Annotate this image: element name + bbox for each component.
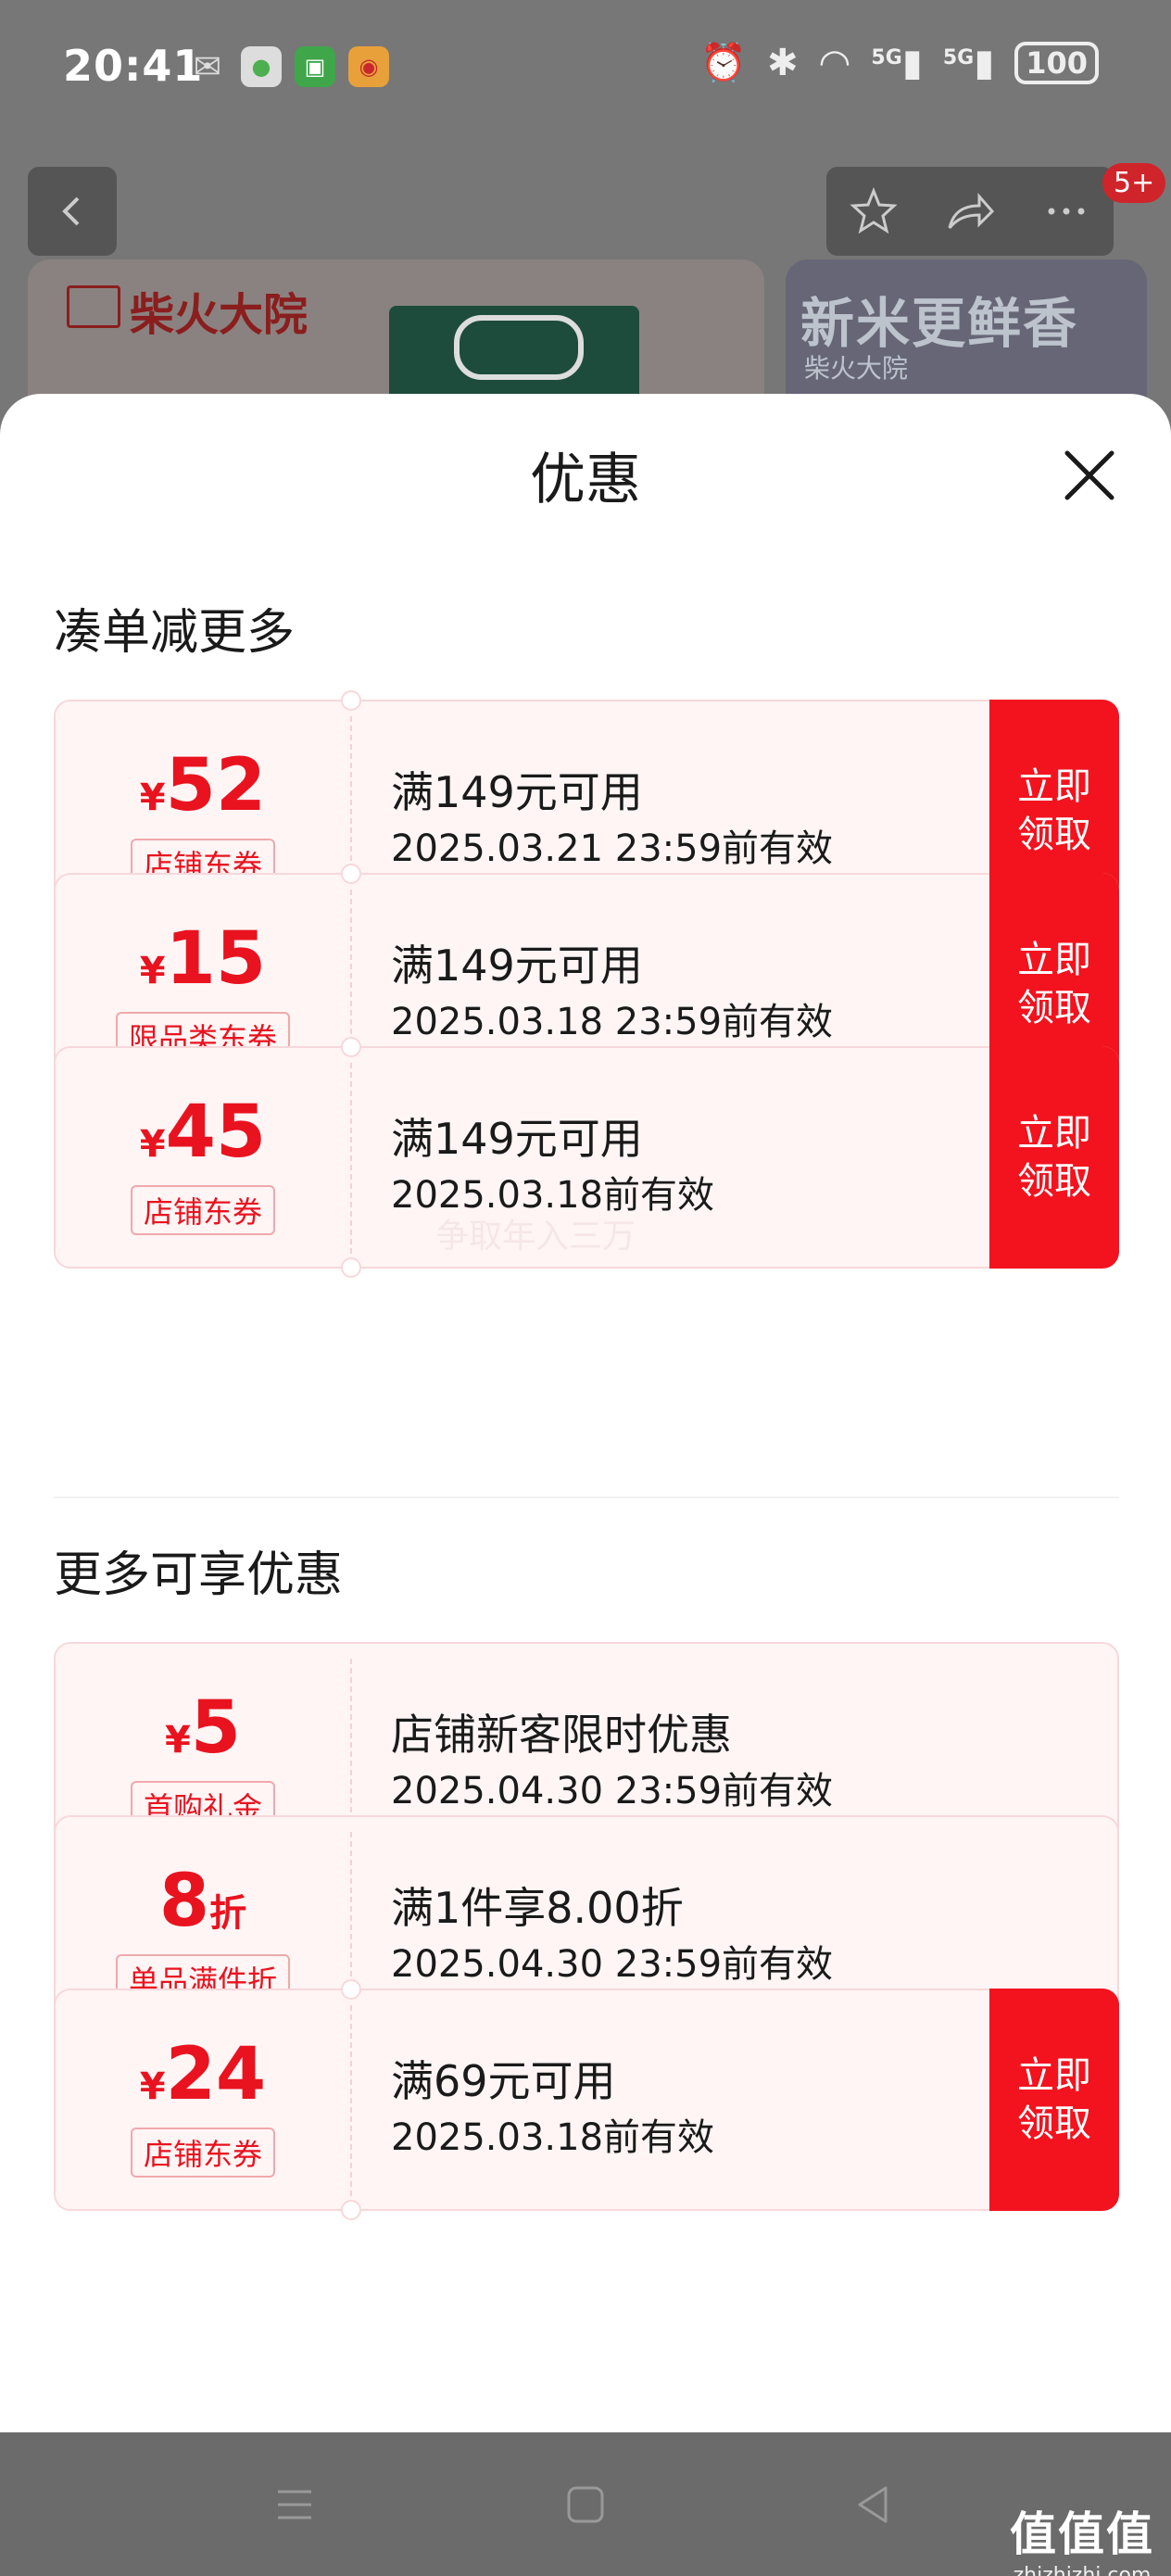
coupon-condition: 满1件享8.00折 [391, 1883, 684, 1933]
star-icon[interactable] [848, 185, 900, 237]
coupon-validity: 2025.03.18 23:59前有效 [391, 1001, 834, 1043]
signal-type: 5G [871, 45, 902, 69]
coupon-amount: 15 [165, 917, 267, 1001]
section-title: 更多可享优惠 [54, 1547, 344, 1603]
banner-brand: 柴火大院 [804, 353, 909, 384]
coupon-condition: 满149元可用 [391, 1114, 643, 1164]
weibo-icon: ◉ [348, 46, 389, 87]
section-divider [54, 1496, 1119, 1498]
coupon-amount: 45 [165, 1091, 267, 1174]
message-icon: ● [241, 46, 282, 87]
coupon-condition: 满69元可用 [391, 2056, 616, 2106]
coupon-validity: 2025.04.30 23:59前有效 [391, 1770, 834, 1812]
currency-symbol: ¥ [139, 2065, 166, 2108]
home-square-icon [567, 2486, 604, 2523]
system-nav-bar: 值值值 zhizhizhi.com [0, 2432, 1171, 2576]
system-icons: ⏰ ✱ ◠ 5G▮ 5G▮ 100 [700, 41, 1099, 84]
back-button[interactable] [28, 167, 117, 256]
menu-nav-button[interactable] [261, 2471, 328, 2538]
coupon-validity: 2025.03.18前有效 [391, 2116, 715, 2159]
coupon-validity: 2025.03.21 23:59前有效 [391, 827, 834, 870]
back-triangle-icon [858, 2486, 888, 2523]
coupon-condition: 满149元可用 [391, 941, 643, 991]
app-icon: ▣ [295, 46, 335, 87]
site-watermark-text: 值值值 [1010, 2507, 1154, 2561]
battery-icon: 100 [1014, 41, 1099, 84]
top-actions [826, 167, 1114, 256]
coupon-validity: 2025.04.30 23:59前有效 [391, 1943, 834, 1986]
coupon-divider [350, 1063, 352, 1254]
coupon-condition: 满149元可用 [391, 767, 643, 817]
coupon-type-tag: 店铺东券 [130, 1185, 276, 1235]
bluetooth-icon: ✱ [767, 41, 799, 84]
coupon-card: ¥24 店铺东券 满69元可用 2025.03.18前有效 立即领取 [54, 1979, 1119, 2220]
coupon-value: ¥45 店铺东券 [56, 1048, 350, 1267]
currency-symbol: ¥ [139, 950, 166, 992]
notification-icons: ✉ ● ▣ ◉ [187, 46, 389, 87]
share-icon[interactable] [942, 185, 998, 237]
coupon-divider [350, 2005, 352, 2196]
coupon-amount: 5 [190, 1686, 242, 1770]
brand-name: 柴火大院 [130, 289, 308, 341]
currency-symbol: ¥ [139, 1123, 166, 1166]
coupon-sheet: 优惠 凑单减更多 ¥52 店铺东券 满149元可用 2025.03.21 23:… [0, 394, 1171, 2432]
coupon-unit: 折 [209, 1892, 247, 1935]
more-icon[interactable] [1040, 185, 1092, 237]
coupon-condition: 店铺新客限时优惠 [391, 1710, 732, 1760]
claim-button[interactable]: 立即领取 [989, 1989, 1119, 2211]
coupon-amount: 8 [158, 1860, 210, 1943]
sheet-title: 优惠 [530, 448, 641, 512]
close-button[interactable] [1056, 442, 1123, 509]
signal-icon: 5G▮ [942, 41, 995, 84]
status-time: 20:41 [63, 41, 204, 91]
alarm-icon: ⏰ [700, 42, 747, 84]
menu-icon [278, 2490, 311, 2519]
signal-icon: 5G▮ [871, 41, 923, 84]
claim-button[interactable]: 立即领取 [989, 1046, 1119, 1269]
back-nav-button[interactable] [839, 2471, 906, 2538]
coupon-type-tag: 店铺东券 [130, 2128, 276, 2178]
coupon-amount: 24 [165, 2033, 267, 2116]
cart-badge: 5+ [1102, 163, 1166, 203]
chevron-left-icon [62, 196, 80, 226]
site-watermark: 值值值 zhizhizhi.com [1010, 2497, 1154, 2576]
watermark: 争取年入三万 [435, 1218, 636, 1256]
site-watermark-url: zhizhizhi.com [1013, 2564, 1152, 2576]
coupon-amount: 52 [165, 744, 267, 827]
currency-symbol: ¥ [164, 1719, 191, 1762]
brand-logo [67, 285, 120, 328]
banner-slogan: 新米更鲜香 [800, 292, 1079, 355]
signal-type: 5G [942, 45, 975, 69]
currency-symbol: ¥ [139, 777, 166, 819]
coupon-value: ¥24 店铺东券 [56, 1990, 350, 2209]
close-icon [1064, 450, 1114, 500]
status-bar: 20:41 ✉ ● ▣ ◉ ⏰ ✱ ◠ 5G▮ 5G▮ 100 [0, 0, 1171, 139]
wifi-icon: ◠ [818, 41, 851, 84]
section-title: 凑单减更多 [54, 605, 296, 661]
home-nav-button[interactable] [552, 2471, 619, 2538]
wechat-icon: ✉ [193, 47, 222, 86]
